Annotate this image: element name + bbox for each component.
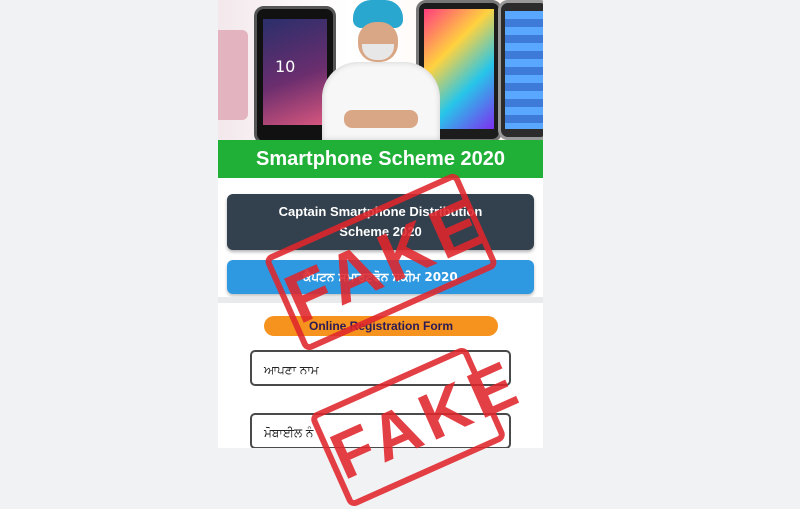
hero-banner: 10 [218, 0, 543, 140]
person-arm [344, 110, 418, 128]
mobile-field[interactable]: ਮੋਬਾਈਲ ਨੰ [250, 413, 511, 448]
name-field[interactable]: ਆਪਣਾ ਨਾਮ [250, 350, 511, 386]
scheme-english-label: Captain Smartphone Distribution Scheme 2… [278, 204, 483, 239]
phone-image-right [498, 0, 543, 140]
person-shirt [322, 62, 440, 140]
section-divider [218, 297, 543, 303]
phone-clock: 10 [275, 57, 296, 76]
scheme-english-button[interactable]: Captain Smartphone Distribution Scheme 2… [227, 194, 534, 250]
person-photo [318, 0, 444, 140]
scheme-punjabi-button[interactable]: ਕੈਪਟਨ ਸਮਾਰਟਫੋਨ ਸਕੀਮ 2020 [227, 260, 534, 294]
registration-form-title: Online Registration Form [264, 316, 498, 336]
phone-screen [505, 11, 543, 129]
phone-page: 10 Smartphone Scheme 2020 Captain Smartp… [218, 0, 543, 448]
page-title: Smartphone Scheme 2020 [218, 140, 543, 178]
phone-image-pink [218, 30, 248, 120]
